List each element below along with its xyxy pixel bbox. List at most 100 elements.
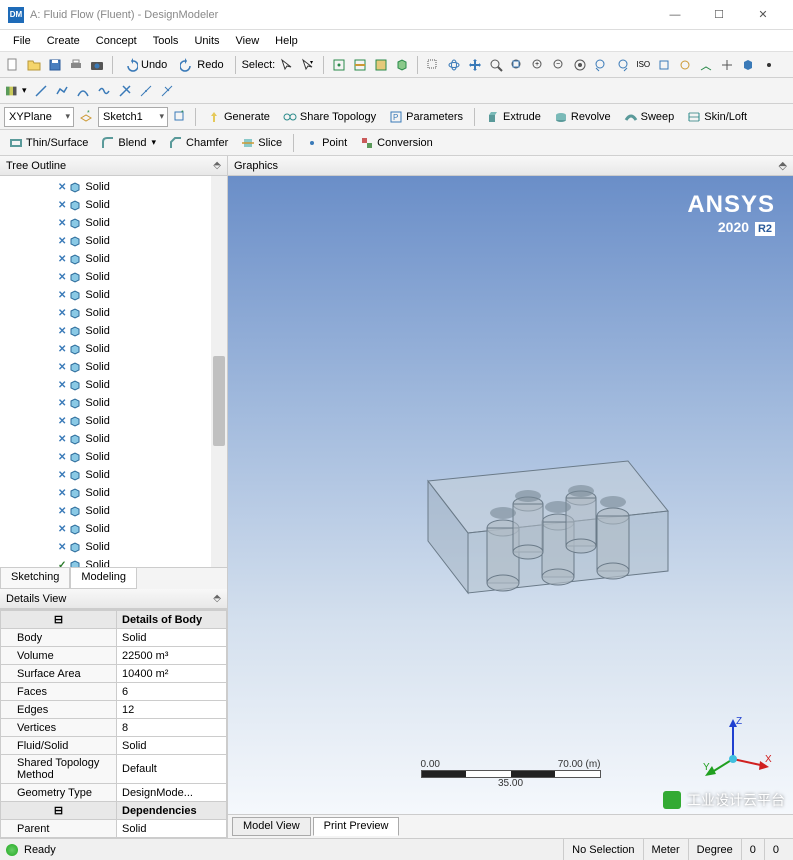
share-topology-button[interactable]: Share Topology bbox=[278, 108, 381, 126]
tab-sketching[interactable]: Sketching bbox=[0, 568, 70, 589]
tree-item-solid[interactable]: ✕Solid bbox=[0, 412, 227, 430]
detail-val[interactable]: Solid bbox=[117, 629, 227, 647]
detail-val[interactable]: 22500 m³ bbox=[117, 647, 227, 665]
tree-scrollbar[interactable] bbox=[211, 176, 227, 567]
tree-item-solid[interactable]: ✕Solid bbox=[0, 196, 227, 214]
detail-val[interactable]: Default bbox=[117, 755, 227, 784]
pin-icon[interactable]: ⬘ bbox=[213, 160, 221, 171]
triad-icon[interactable]: Z X Y bbox=[703, 714, 773, 784]
tab-model-view[interactable]: Model View bbox=[232, 817, 311, 836]
pan-icon[interactable] bbox=[466, 56, 484, 74]
menu-help[interactable]: Help bbox=[268, 32, 305, 50]
menu-units[interactable]: Units bbox=[187, 32, 226, 50]
chamfer-button[interactable]: Chamfer bbox=[164, 134, 233, 152]
viewport[interactable]: ANSYS 2020 R2 bbox=[228, 176, 793, 814]
tree-item-solid[interactable]: ✕Solid bbox=[0, 466, 227, 484]
open-icon[interactable] bbox=[25, 56, 43, 74]
tree-item-solid[interactable]: ✕Solid bbox=[0, 430, 227, 448]
select-body-icon[interactable] bbox=[393, 56, 411, 74]
zoom-box-icon[interactable] bbox=[424, 56, 442, 74]
close-button[interactable]: ✕ bbox=[741, 0, 785, 30]
zoom-in-icon[interactable]: + bbox=[529, 56, 547, 74]
sketch-line-icon[interactable] bbox=[32, 82, 50, 100]
maximize-button[interactable]: ☐ bbox=[697, 0, 741, 30]
select-mode-icon[interactable]: ▾ bbox=[299, 56, 317, 74]
view-icon-3[interactable] bbox=[697, 56, 715, 74]
tree-item-solid[interactable]: ✕Solid bbox=[0, 232, 227, 250]
tree-item-solid[interactable]: ✕Solid bbox=[0, 214, 227, 232]
thin-surface-button[interactable]: Thin/Surface bbox=[4, 134, 93, 152]
tree-item-solid[interactable]: ✕Solid bbox=[0, 394, 227, 412]
pin-icon[interactable]: ⬘ bbox=[779, 159, 787, 172]
sketch-polyline-icon[interactable] bbox=[53, 82, 71, 100]
sketch-point-icon[interactable] bbox=[158, 82, 176, 100]
revolve-button[interactable]: Revolve bbox=[549, 108, 616, 126]
plane-dropdown[interactable]: XYPlane bbox=[4, 107, 74, 127]
print-icon[interactable] bbox=[67, 56, 85, 74]
detail-val[interactable]: 6 bbox=[117, 683, 227, 701]
detail-val[interactable]: DesignMode... bbox=[117, 784, 227, 802]
tree-item-solid[interactable]: ✕Solid bbox=[0, 286, 227, 304]
zoom-icon[interactable] bbox=[487, 56, 505, 74]
prev-view-icon[interactable] bbox=[592, 56, 610, 74]
save-icon[interactable] bbox=[46, 56, 64, 74]
parameters-button[interactable]: PParameters bbox=[384, 108, 468, 126]
tree-item-solid[interactable]: ✕Solid bbox=[0, 304, 227, 322]
view-icon-1[interactable] bbox=[655, 56, 673, 74]
view-icon-2[interactable] bbox=[676, 56, 694, 74]
tree-item-solid[interactable]: ✕Solid bbox=[0, 358, 227, 376]
detail-val[interactable]: 8 bbox=[117, 719, 227, 737]
tree-item-solid[interactable]: ✕Solid bbox=[0, 520, 227, 538]
select-edge-icon[interactable] bbox=[351, 56, 369, 74]
sketch-rect-icon[interactable] bbox=[137, 82, 155, 100]
sketch-arc-icon[interactable] bbox=[74, 82, 92, 100]
undo-button[interactable]: Undo bbox=[119, 56, 172, 74]
color-palette-icon[interactable]: ▾ bbox=[4, 82, 29, 100]
conversion-button[interactable]: Conversion bbox=[355, 134, 438, 152]
menu-view[interactable]: View bbox=[229, 32, 267, 50]
tree-item-solid[interactable]: ✕Solid bbox=[0, 322, 227, 340]
tab-modeling[interactable]: Modeling bbox=[70, 568, 137, 589]
view-icon-4[interactable] bbox=[718, 56, 736, 74]
rotate-icon[interactable] bbox=[445, 56, 463, 74]
tree-item-solid[interactable]: ✕Solid bbox=[0, 340, 227, 358]
zoom-fit-icon[interactable] bbox=[508, 56, 526, 74]
tree-item-solid[interactable]: ✕Solid bbox=[0, 376, 227, 394]
select-face-icon[interactable] bbox=[372, 56, 390, 74]
detail-val[interactable]: Solid bbox=[117, 820, 227, 838]
point-button[interactable]: Point bbox=[300, 134, 352, 152]
tree-item-solid[interactable]: ✕Solid bbox=[0, 268, 227, 286]
tree-item-solid[interactable]: ✕Solid bbox=[0, 538, 227, 556]
new-icon[interactable] bbox=[4, 56, 22, 74]
tree-item-solid[interactable]: ✕Solid bbox=[0, 448, 227, 466]
next-view-icon[interactable] bbox=[613, 56, 631, 74]
view-icon-5[interactable] bbox=[739, 56, 757, 74]
select-vertex-icon[interactable] bbox=[330, 56, 348, 74]
new-sketch-icon[interactable]: * bbox=[171, 108, 189, 126]
detail-val[interactable]: 10400 m² bbox=[117, 665, 227, 683]
sketch-circle-icon[interactable] bbox=[116, 82, 134, 100]
sketch-spline-icon[interactable] bbox=[95, 82, 113, 100]
redo-button[interactable]: Redo bbox=[175, 56, 228, 74]
detail-val[interactable]: 12 bbox=[117, 701, 227, 719]
iso-icon[interactable]: ISO bbox=[634, 56, 652, 74]
tree-item-solid[interactable]: ✕Solid bbox=[0, 502, 227, 520]
sweep-button[interactable]: Sweep bbox=[619, 108, 680, 126]
tab-print-preview[interactable]: Print Preview bbox=[313, 817, 400, 836]
cursor-icon[interactable] bbox=[278, 56, 296, 74]
minimize-button[interactable]: — bbox=[653, 0, 697, 30]
tree-item-solid[interactable]: ✓Solid bbox=[0, 556, 227, 567]
tree-item-solid[interactable]: ✕Solid bbox=[0, 484, 227, 502]
slice-button[interactable]: Slice bbox=[236, 134, 287, 152]
extrude-button[interactable]: Extrude bbox=[481, 108, 546, 126]
pin-icon[interactable]: ⬘ bbox=[213, 593, 221, 604]
zoom-out-icon[interactable]: − bbox=[550, 56, 568, 74]
skinloft-button[interactable]: Skin/Loft bbox=[682, 108, 752, 126]
menu-tools[interactable]: Tools bbox=[146, 32, 186, 50]
sketch-dropdown[interactable]: Sketch1 bbox=[98, 107, 168, 127]
blend-button[interactable]: Blend▾ bbox=[96, 134, 161, 152]
menu-file[interactable]: File bbox=[6, 32, 38, 50]
new-plane-icon[interactable]: * bbox=[77, 108, 95, 126]
menu-concept[interactable]: Concept bbox=[89, 32, 144, 50]
generate-button[interactable]: Generate bbox=[202, 108, 275, 126]
